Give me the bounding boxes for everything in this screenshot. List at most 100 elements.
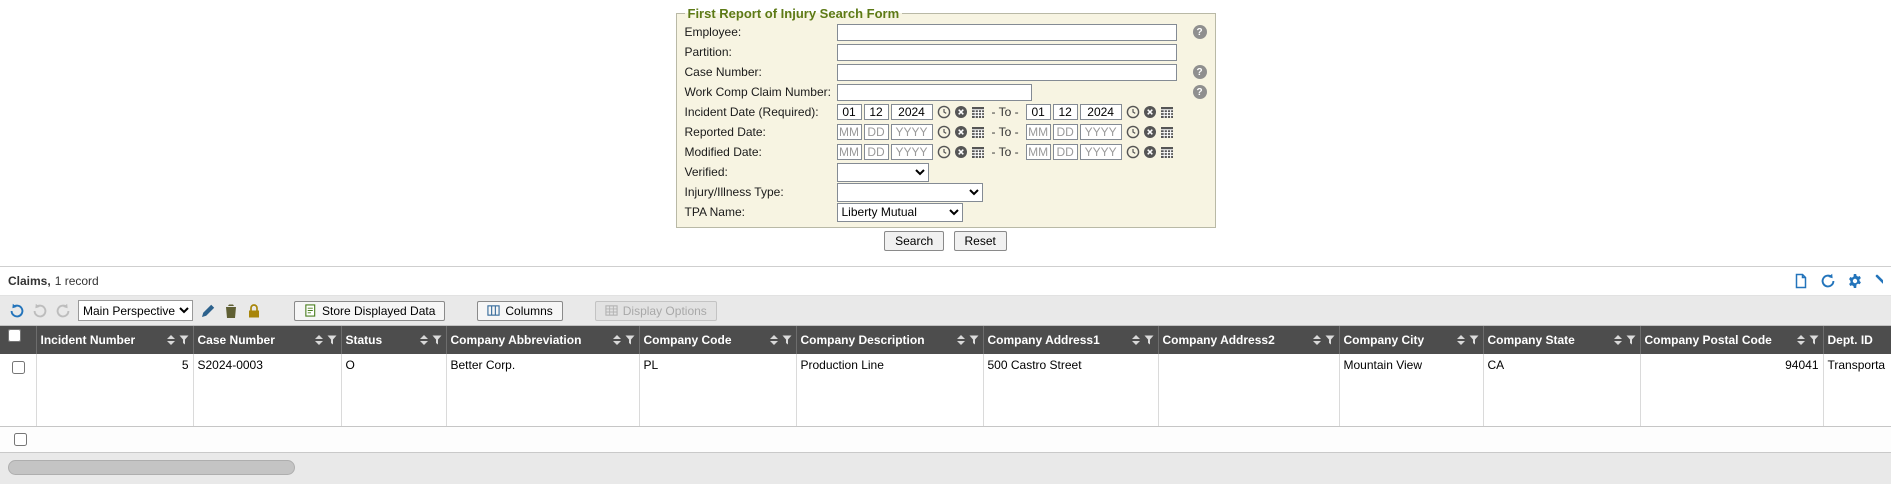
calendar-icon[interactable] — [1160, 145, 1174, 159]
employee-input[interactable] — [837, 24, 1177, 41]
sort-icon[interactable] — [1132, 335, 1140, 345]
sort-icon[interactable] — [167, 335, 175, 345]
column-header-company-address2[interactable]: Company Address2 — [1158, 326, 1339, 354]
undo-icon[interactable] — [9, 303, 25, 319]
column-header-dept-id[interactable]: Dept. ID — [1823, 326, 1891, 354]
incident-to-year-input[interactable] — [1080, 104, 1122, 120]
calendar-icon[interactable] — [971, 105, 985, 119]
column-header-status[interactable]: Status — [341, 326, 446, 354]
sort-icon[interactable] — [770, 335, 778, 345]
clock-icon[interactable] — [1126, 105, 1140, 119]
lock-icon[interactable] — [246, 303, 262, 319]
filter-funnel-icon[interactable] — [1144, 335, 1154, 345]
filter-funnel-icon[interactable] — [782, 335, 792, 345]
sort-icon[interactable] — [1457, 335, 1465, 345]
clear-date-icon[interactable] — [1143, 105, 1157, 119]
filter-funnel-icon[interactable] — [179, 335, 189, 345]
column-header-company-postal-code[interactable]: Company Postal Code — [1640, 326, 1823, 354]
reported-to-month-input[interactable] — [1026, 124, 1051, 140]
store-displayed-data-button[interactable]: Store Displayed Data — [294, 301, 445, 321]
modified-to-month-input[interactable] — [1026, 144, 1051, 160]
modified-from-date-icons — [937, 145, 985, 159]
sort-icon[interactable] — [1614, 335, 1622, 345]
sort-icon[interactable] — [315, 335, 323, 345]
column-header-case-number[interactable]: Case Number — [193, 326, 341, 354]
columns-button[interactable]: Columns — [477, 301, 562, 321]
column-header-company-description[interactable]: Company Description — [796, 326, 983, 354]
row-checkbox[interactable] — [12, 361, 25, 374]
sort-icon[interactable] — [1313, 335, 1321, 345]
reported-from-day-input[interactable] — [864, 124, 889, 140]
clock-icon[interactable] — [1126, 145, 1140, 159]
clear-date-icon[interactable] — [954, 125, 968, 139]
partition-input[interactable] — [837, 44, 1177, 61]
reported-from-month-input[interactable] — [837, 124, 862, 140]
help-icon[interactable]: ? — [1193, 65, 1207, 79]
case-number-input[interactable] — [837, 64, 1177, 81]
delete-trash-icon[interactable] — [223, 303, 239, 319]
table-row[interactable]: 5 S2024-0003 O Better Corp. PL Productio… — [0, 354, 1891, 426]
modified-to-year-input[interactable] — [1080, 144, 1122, 160]
search-button[interactable]: Search — [884, 231, 944, 251]
calendar-icon[interactable] — [971, 145, 985, 159]
injury-type-select[interactable] — [837, 183, 983, 202]
incident-from-day-input[interactable] — [864, 104, 889, 120]
incident-from-month-input[interactable] — [837, 104, 862, 120]
modified-from-month-input[interactable] — [837, 144, 862, 160]
new-document-icon[interactable] — [1793, 273, 1809, 289]
reset-button[interactable]: Reset — [954, 231, 1007, 251]
help-icon[interactable]: ? — [1193, 85, 1207, 99]
reported-to-year-input[interactable] — [1080, 124, 1122, 140]
reported-from-year-input[interactable] — [891, 124, 933, 140]
filter-funnel-icon[interactable] — [1809, 335, 1819, 345]
modified-from-day-input[interactable] — [864, 144, 889, 160]
edit-pencil-icon[interactable] — [200, 303, 216, 319]
calendar-icon[interactable] — [1160, 125, 1174, 139]
perspective-select[interactable]: Main Perspective — [78, 300, 193, 321]
filter-funnel-icon[interactable] — [625, 335, 635, 345]
gear-icon[interactable] — [1847, 273, 1863, 289]
sort-icon[interactable] — [613, 335, 621, 345]
incident-to-day-input[interactable] — [1053, 104, 1078, 120]
clock-icon[interactable] — [937, 105, 951, 119]
select-all-checkbox[interactable] — [8, 329, 21, 342]
partial-clipped-icon[interactable] — [1874, 273, 1883, 289]
cell-company-city: Mountain View — [1339, 354, 1483, 426]
filter-funnel-icon[interactable] — [969, 335, 979, 345]
clock-icon[interactable] — [1126, 125, 1140, 139]
column-header-company-address1[interactable]: Company Address1 — [983, 326, 1158, 354]
sort-icon[interactable] — [1797, 335, 1805, 345]
tpa-select[interactable]: Liberty Mutual — [837, 203, 963, 222]
filter-funnel-icon[interactable] — [1325, 335, 1335, 345]
calendar-icon[interactable] — [971, 125, 985, 139]
sort-icon[interactable] — [957, 335, 965, 345]
calendar-icon[interactable] — [1160, 105, 1174, 119]
column-header-company-state[interactable]: Company State — [1483, 326, 1640, 354]
refresh-icon[interactable] — [1820, 273, 1836, 289]
filter-funnel-icon[interactable] — [1469, 335, 1479, 345]
clock-icon[interactable] — [937, 145, 951, 159]
help-icon[interactable]: ? — [1193, 25, 1207, 39]
column-header-company-abbreviation[interactable]: Company Abbreviation — [446, 326, 639, 354]
filter-funnel-icon[interactable] — [1626, 335, 1636, 345]
clear-date-icon[interactable] — [1143, 145, 1157, 159]
filter-funnel-icon[interactable] — [432, 335, 442, 345]
work-comp-input[interactable] — [837, 84, 1032, 101]
verified-select[interactable] — [837, 163, 929, 182]
reported-to-day-input[interactable] — [1053, 124, 1078, 140]
modified-to-day-input[interactable] — [1053, 144, 1078, 160]
incident-to-month-input[interactable] — [1026, 104, 1051, 120]
column-header-company-code[interactable]: Company Code — [639, 326, 796, 354]
column-header-incident-number[interactable]: Incident Number — [36, 326, 193, 354]
modified-from-year-input[interactable] — [891, 144, 933, 160]
clear-date-icon[interactable] — [954, 105, 968, 119]
incident-from-year-input[interactable] — [891, 104, 933, 120]
sort-icon[interactable] — [420, 335, 428, 345]
clear-date-icon[interactable] — [1143, 125, 1157, 139]
filter-funnel-icon[interactable] — [327, 335, 337, 345]
clock-icon[interactable] — [937, 125, 951, 139]
column-header-company-city[interactable]: Company City — [1339, 326, 1483, 354]
clear-date-icon[interactable] — [954, 145, 968, 159]
footer-checkbox[interactable] — [14, 433, 27, 446]
horizontal-scrollbar-thumb[interactable] — [8, 460, 295, 475]
